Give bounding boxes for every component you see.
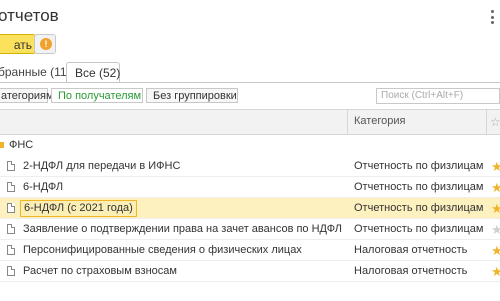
report-category: Отчетность по физлицам bbox=[354, 202, 484, 214]
column-separator bbox=[486, 110, 487, 134]
report-name: 6-НДФЛ bbox=[23, 181, 64, 193]
tab-divider bbox=[0, 82, 500, 83]
column-separator bbox=[347, 110, 348, 134]
tab-favorites[interactable]: бранные (11) bbox=[0, 62, 71, 82]
group-marker-icon bbox=[0, 142, 4, 148]
table-row[interactable]: Расчет по страховым взносам Налоговая отч… bbox=[0, 261, 500, 282]
group-label: ФНС bbox=[9, 139, 34, 151]
report-name: Заявление о подтверждении права на зачет… bbox=[23, 223, 342, 235]
tab-all[interactable]: Все (52) bbox=[66, 62, 120, 83]
report-name: Расчет по страховым взносам bbox=[23, 265, 177, 277]
table-header: Категория ☆ bbox=[0, 110, 500, 135]
favorite-star-icon[interactable]: ★ bbox=[491, 240, 500, 261]
document-icon bbox=[7, 245, 15, 255]
column-header-category[interactable]: Категория bbox=[354, 115, 405, 127]
no-grouping-button[interactable]: Без группировки bbox=[146, 88, 238, 103]
info-button[interactable]: ! bbox=[34, 34, 56, 54]
reports-table: Категория ☆ ФНС 2-НДФЛ для передачи в ИФ… bbox=[0, 109, 500, 301]
group-by-recipient-button[interactable]: По получателям bbox=[51, 88, 143, 103]
table-row[interactable]: Персонифицированные сведения о физически… bbox=[0, 240, 500, 261]
report-category: Налоговая отчетность bbox=[354, 244, 468, 256]
document-icon bbox=[7, 161, 15, 171]
report-name: 6-НДФЛ (с 2021 года) bbox=[20, 200, 137, 217]
favorite-column-star-icon[interactable]: ☆ bbox=[490, 115, 500, 129]
table-row[interactable]: Заявление о подтверждении права на зачет… bbox=[0, 219, 500, 240]
report-category: Отчетность по физлицам bbox=[354, 223, 484, 235]
favorite-star-icon[interactable]: ★ bbox=[491, 219, 500, 240]
document-icon bbox=[7, 182, 15, 192]
report-name: Персонифицированные сведения о физически… bbox=[23, 244, 302, 256]
favorite-star-icon[interactable]: ★ bbox=[491, 198, 500, 219]
group-by-category-button[interactable]: атегориям bbox=[0, 88, 54, 103]
table-row[interactable]: 6-НДФЛ (с 2021 года) Отчетность по физлиц… bbox=[0, 198, 500, 219]
report-name: 2-НДФЛ для передачи в ИФНС bbox=[23, 160, 181, 172]
document-icon bbox=[7, 203, 15, 213]
info-icon: ! bbox=[40, 38, 52, 50]
document-icon bbox=[7, 266, 15, 276]
table-row[interactable]: 2-НДФЛ для передачи в ИФНС Отчетность по … bbox=[0, 156, 500, 177]
report-category: Отчетность по физлицам bbox=[354, 181, 484, 193]
document-icon bbox=[7, 224, 15, 234]
favorite-star-icon[interactable]: ★ bbox=[491, 177, 500, 198]
search-input[interactable]: Поиск (Ctrl+Alt+F) bbox=[376, 88, 500, 104]
page-title: отчетов bbox=[0, 6, 59, 25]
create-button[interactable]: ать bbox=[0, 34, 36, 54]
favorite-star-icon[interactable]: ★ bbox=[491, 156, 500, 177]
favorite-star-icon[interactable]: ★ bbox=[491, 261, 500, 282]
table-row[interactable]: 6-НДФЛ Отчетность по физлицам ★ bbox=[0, 177, 500, 198]
more-menu-icon[interactable] bbox=[486, 10, 500, 24]
report-category: Налоговая отчетность bbox=[354, 265, 468, 277]
report-category: Отчетность по физлицам bbox=[354, 160, 484, 172]
group-row-fns[interactable]: ФНС bbox=[0, 135, 500, 155]
